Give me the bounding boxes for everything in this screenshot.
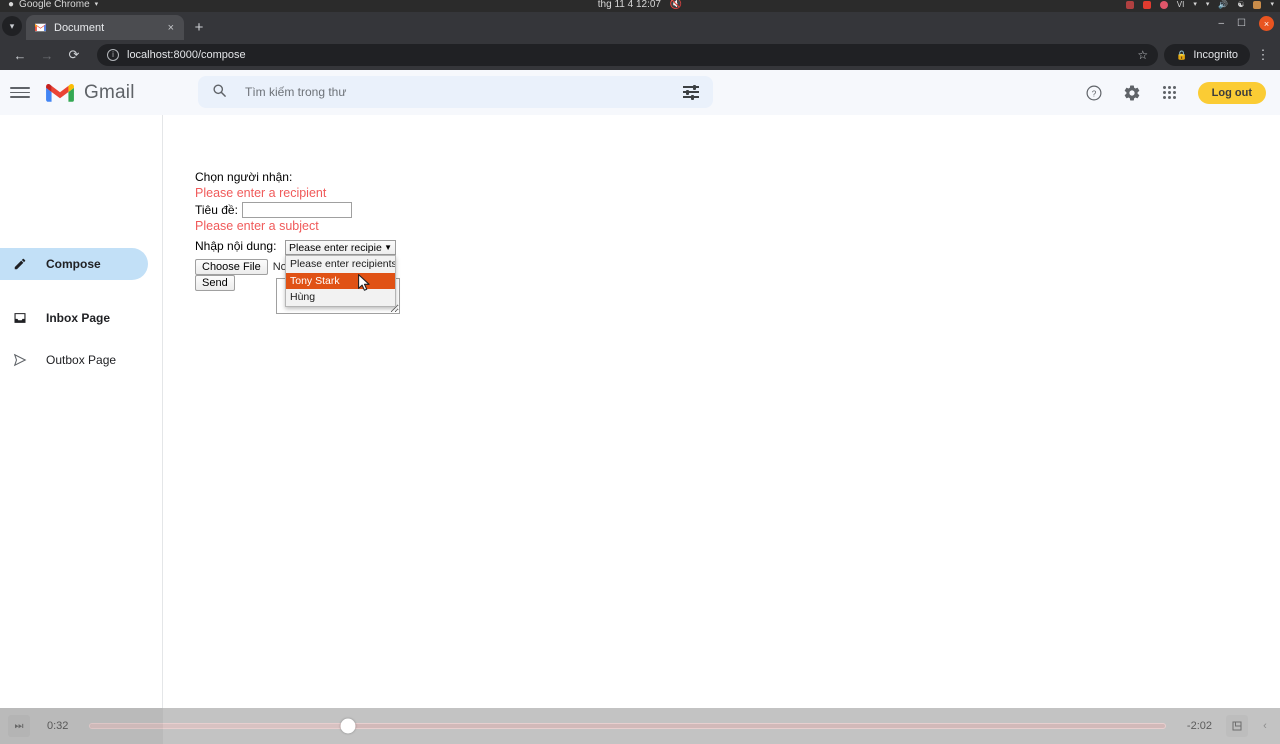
sidebar-item-outbox-page[interactable]: Outbox Page — [0, 344, 148, 376]
gmail-m-icon — [46, 83, 74, 102]
dropdown-option[interactable]: Please enter recipients — [286, 256, 395, 273]
system-tray: VI ▾ ▾ 🔊 ☯ ▾ — [1125, 0, 1274, 11]
recipient-error: Please enter a recipient — [195, 186, 327, 200]
paper-plane-icon — [13, 353, 27, 367]
close-window-button[interactable]: × — [1259, 16, 1274, 31]
address-bar-url: localhost:8000/compose — [127, 49, 246, 61]
gmail-favicon-icon — [35, 23, 46, 32]
sidebar: Compose Inbox Page Outbox Page — [0, 115, 163, 708]
forward-button[interactable]: → — [35, 43, 59, 67]
gmail-brand-label: Gmail — [84, 81, 135, 103]
new-tab-button[interactable]: + — [190, 18, 208, 36]
reload-button[interactable]: ⟳ — [62, 43, 86, 67]
pencil-icon — [12, 257, 28, 271]
svg-text:?: ? — [1091, 89, 1096, 98]
window-controls: – ☐ × — [1218, 16, 1274, 31]
screen-icon[interactable] — [1142, 1, 1151, 9]
progress-fill — [90, 724, 348, 728]
body-label: Nhập nội dung: — [195, 239, 277, 253]
sidebar-item-inbox-page[interactable]: Inbox Page — [0, 302, 148, 334]
network-icon[interactable]: ▾ — [1206, 0, 1210, 11]
sidebar-item-compose[interactable]: Compose — [0, 248, 148, 280]
fullscreen-expand-icon — [1232, 721, 1242, 731]
subject-error: Please enter a subject — [195, 219, 319, 233]
chevron-down-icon: ▼ — [384, 243, 392, 252]
incognito-label: Incognito — [1193, 49, 1238, 61]
video-control-bar: ⏭ 0:32 -2:02 ‹ — [0, 708, 1280, 744]
recipient-select-value: Please enter recipients — [289, 241, 382, 254]
search-box[interactable] — [198, 76, 713, 108]
volume-icon[interactable]: 🔊 — [1218, 0, 1228, 11]
incognito-badge[interactable]: 🔒 Incognito — [1164, 44, 1250, 66]
search-input[interactable] — [243, 84, 683, 100]
subject-row: Tiêu đề: — [195, 201, 352, 218]
browser-tab[interactable]: Document × — [26, 15, 184, 40]
sidebar-item-label: Inbox Page — [46, 311, 111, 325]
chevron-down-icon[interactable]: ▾ — [1193, 0, 1197, 11]
send-outbox-icon — [12, 353, 28, 367]
sidebar-item-label: Compose — [46, 257, 101, 271]
overflow-menu-button[interactable]: ‹ — [1258, 720, 1272, 732]
chevron-down-icon[interactable]: ▾ — [1270, 0, 1274, 11]
battery-icon[interactable] — [1159, 1, 1168, 9]
minimize-button[interactable]: – — [1218, 18, 1224, 29]
system-language[interactable]: VI — [1177, 0, 1185, 11]
power-icon[interactable] — [1253, 1, 1262, 9]
recipient-select[interactable]: Please enter recipients ▼ — [285, 240, 396, 255]
magnifier-icon — [213, 84, 226, 97]
maximize-button[interactable]: ☐ — [1237, 18, 1246, 29]
gmail-header-actions: ? Log out — [1084, 70, 1266, 115]
apps-grid-dots — [1162, 85, 1177, 100]
help-icon[interactable]: ? — [1084, 83, 1104, 103]
mouse-cursor-icon — [358, 274, 370, 291]
back-button[interactable]: ← — [8, 43, 32, 67]
sidebar-item-label: Outbox Page — [46, 353, 117, 367]
volume-muted-icon[interactable]: 🔇 — [670, 0, 682, 10]
address-bar[interactable]: i localhost:8000/compose ☆ — [97, 44, 1159, 66]
close-icon[interactable]: × — [166, 22, 176, 34]
settings-gear-icon — [1124, 85, 1139, 100]
progress-thumb[interactable] — [340, 718, 356, 734]
fullscreen-button[interactable] — [1226, 715, 1248, 737]
dropdown-option-highlighted[interactable]: Tony Stark — [286, 272, 395, 289]
current-time-label: 0:32 — [47, 720, 69, 732]
choose-file-button[interactable]: Choose File — [195, 259, 268, 275]
search-icon — [212, 83, 227, 101]
tab-search-button[interactable]: ▾ — [2, 16, 22, 36]
site-info-icon[interactable]: i — [107, 49, 119, 61]
tab-strip: ▾ Document × + – ☐ × — [0, 12, 1280, 40]
record-icon[interactable] — [1125, 1, 1134, 9]
bookmark-star-icon[interactable]: ☆ — [1137, 48, 1148, 62]
gmail-logo[interactable]: Gmail — [45, 82, 135, 104]
page-content: Gmail ? Log out Tìm kiếm trong thư Compo… — [0, 70, 1280, 708]
keyboard-icon[interactable]: ☯ — [1237, 0, 1244, 11]
chrome-browser-window: ▾ Document × + – ☐ × ← → ⟳ i localhost:8… — [0, 12, 1280, 70]
browser-toolbar: ← → ⟳ i localhost:8000/compose ☆ 🔒 Incog… — [0, 40, 1280, 70]
system-clock[interactable]: thg 11 4 12:07 — [598, 0, 661, 10]
subject-input[interactable] — [241, 201, 352, 218]
inbox-icon — [12, 311, 28, 325]
lock-icon: 🔒 — [1176, 49, 1188, 60]
dropdown-option[interactable]: Hùng — [286, 289, 395, 306]
inbox-tray-icon — [14, 313, 26, 323]
recipient-row: Chọn người nhận: — [195, 168, 352, 185]
hamburger-icon[interactable] — [10, 87, 30, 98]
progress-slider[interactable] — [89, 718, 1166, 734]
filter-tune-icon[interactable] — [683, 84, 699, 100]
compose-pencil-icon — [14, 258, 26, 270]
send-button[interactable]: Send — [195, 275, 235, 291]
subject-label: Tiêu đề: — [195, 202, 238, 217]
os-system-bar: ● Google Chrome ▾ thg 11 4 12:07 🔇 VI ▾ … — [0, 0, 1280, 12]
recipient-label: Chọn người nhận: — [195, 169, 293, 184]
tab-title: Document — [54, 21, 105, 34]
chrome-menu-icon[interactable]: ⋮ — [1254, 47, 1272, 63]
remaining-time-label: -2:02 — [1186, 720, 1212, 732]
apps-grid-icon[interactable] — [1160, 83, 1180, 103]
help-circle-icon: ? — [1086, 85, 1102, 100]
recipient-select-dropdown[interactable]: Please enter recipients Tony Stark Hùng — [285, 255, 396, 307]
logout-button[interactable]: Log out — [1197, 81, 1266, 104]
skip-forward-button[interactable]: ⏭ — [8, 715, 30, 737]
gear-icon[interactable] — [1122, 83, 1142, 103]
system-bar-clock-group: thg 11 4 12:07 🔇 — [0, 0, 1280, 11]
